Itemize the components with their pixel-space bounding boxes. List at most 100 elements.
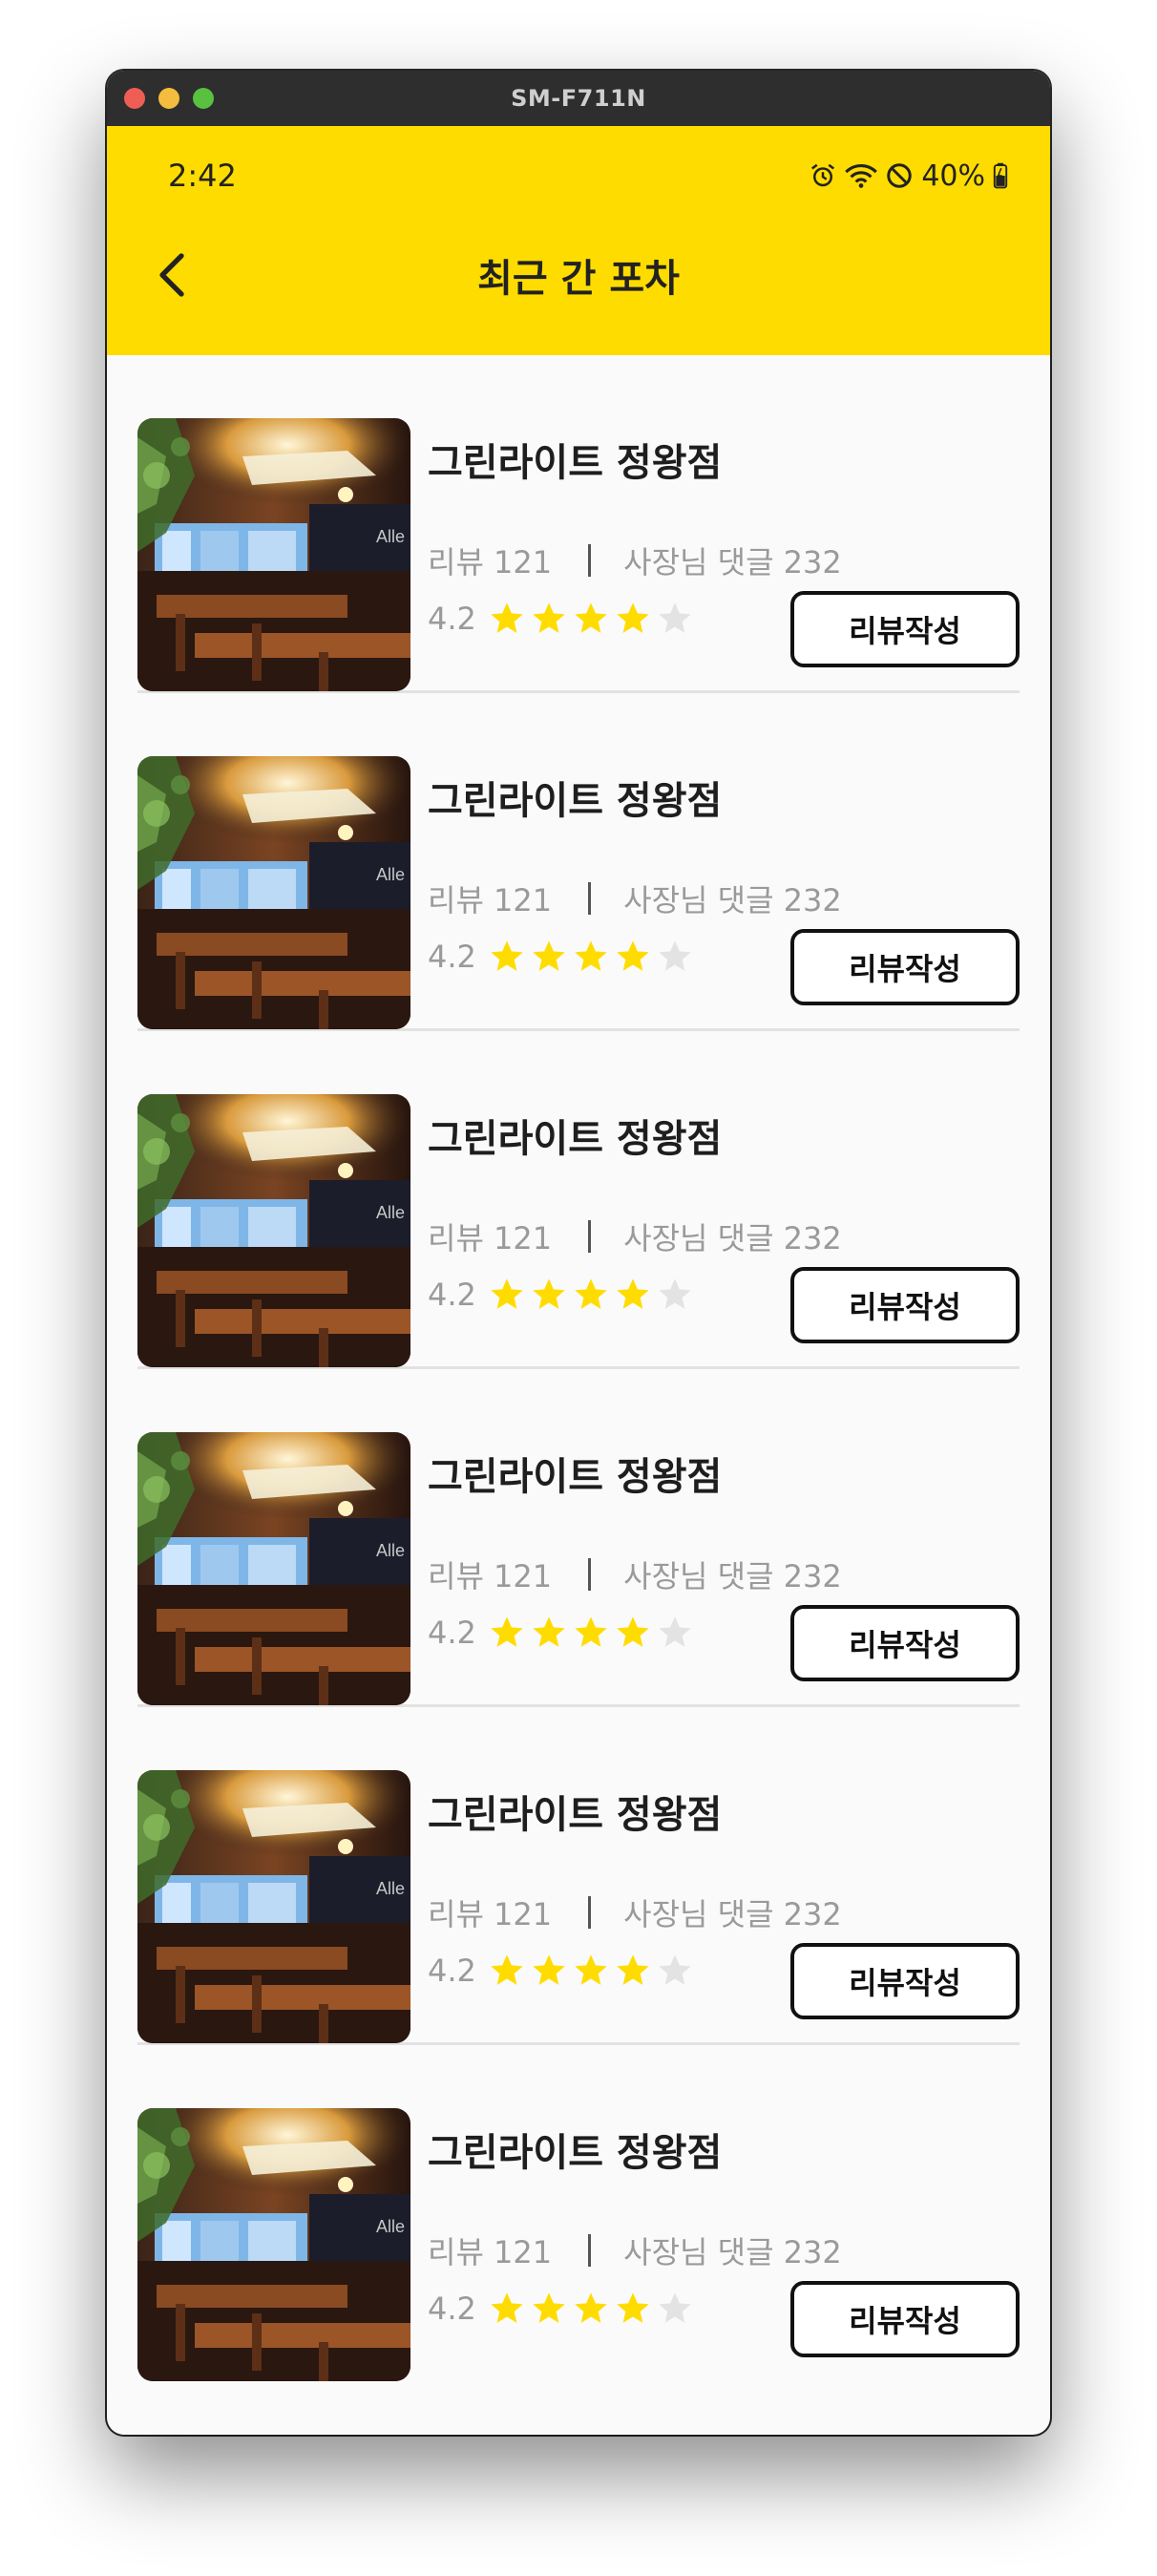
star-rating: [488, 600, 698, 638]
rating: 4.2: [428, 1614, 698, 1652]
store-name[interactable]: 그린라이트 정왕점: [428, 1446, 722, 1501]
meta-divider: [588, 2234, 592, 2267]
star-filled-icon: [575, 2292, 607, 2323]
star-rating: [488, 1952, 698, 1990]
star-empty-icon: [659, 1616, 691, 1647]
owner-reply-count: 사장님 댓글 232: [623, 1558, 842, 1594]
store-meta: 리뷰 121 사장님 댓글 232: [428, 2228, 842, 2272]
battery-percent: 40%: [921, 158, 985, 193]
app-bar: 최근 간 포차: [107, 239, 1050, 311]
store-meta: 리뷰 121 사장님 댓글 232: [428, 876, 842, 920]
star-filled-icon: [491, 940, 523, 971]
recent-pub-list: Alle 그린라이트 정왕점 리뷰 121 사장님 댓글 232 4.2 리뷰작…: [107, 355, 1050, 2383]
store-name[interactable]: 그린라이트 정왕점: [428, 1108, 722, 1163]
store-thumbnail[interactable]: Alle: [137, 2108, 410, 2381]
write-review-button[interactable]: 리뷰작성: [790, 1267, 1020, 1343]
review-count: 리뷰 121: [428, 544, 553, 581]
store-name[interactable]: 그린라이트 정왕점: [428, 432, 722, 487]
rating-value: 4.2: [428, 1615, 476, 1651]
meta-divider: [588, 1896, 592, 1929]
write-review-button[interactable]: 리뷰작성: [790, 929, 1020, 1005]
close-window-button[interactable]: [124, 88, 145, 109]
star-filled-icon: [617, 1954, 649, 1985]
star-empty-icon: [659, 1278, 691, 1309]
star-filled-icon: [617, 940, 649, 971]
battery-charging-icon: [993, 162, 1008, 189]
store-thumbnail[interactable]: Alle: [137, 1094, 410, 1367]
store-thumbnail[interactable]: Alle: [137, 1432, 410, 1705]
back-button[interactable]: [143, 246, 200, 304]
status-icons: 40%: [809, 159, 1008, 193]
store-photo: Alle: [137, 1770, 410, 2043]
write-review-button[interactable]: 리뷰작성: [790, 2281, 1020, 2357]
status-time: 2:42: [168, 158, 237, 194]
write-review-button[interactable]: 리뷰작성: [790, 1943, 1020, 2019]
store-photo: Alle: [137, 418, 410, 691]
store-name[interactable]: 그린라이트 정왕점: [428, 1784, 722, 1839]
list-item[interactable]: Alle 그린라이트 정왕점 리뷰 121 사장님 댓글 232 4.2 리뷰작…: [137, 1031, 1020, 1369]
window-titlebar: SM-F711N: [107, 71, 1050, 126]
minimize-window-button[interactable]: [158, 88, 179, 109]
sign-text-decoration: Alle: [376, 865, 405, 884]
star-filled-icon: [491, 1616, 523, 1647]
store-meta: 리뷰 121 사장님 댓글 232: [428, 1552, 842, 1596]
star-filled-icon: [617, 1278, 649, 1309]
star-filled-icon: [617, 602, 649, 633]
store-photo: Alle: [137, 1432, 410, 1705]
rating: 4.2: [428, 1276, 698, 1314]
star-empty-icon: [659, 1954, 691, 1985]
status-bar: 2:42 40%: [107, 155, 1050, 197]
star-filled-icon: [575, 940, 607, 971]
star-filled-icon: [617, 1616, 649, 1647]
store-thumbnail[interactable]: Alle: [137, 418, 410, 691]
store-thumbnail[interactable]: Alle: [137, 756, 410, 1029]
list-item[interactable]: Alle 그린라이트 정왕점 리뷰 121 사장님 댓글 232 4.2 리뷰작…: [137, 1707, 1020, 2045]
owner-reply-count: 사장님 댓글 232: [623, 2234, 842, 2270]
write-review-button[interactable]: 리뷰작성: [790, 591, 1020, 667]
star-empty-icon: [659, 2292, 691, 2323]
sign-text-decoration: Alle: [376, 1203, 405, 1222]
owner-reply-count: 사장님 댓글 232: [623, 882, 842, 918]
star-rating: [488, 1614, 698, 1652]
star-filled-icon: [575, 1954, 607, 1985]
window-title: SM-F711N: [511, 85, 646, 112]
window-controls: [124, 88, 214, 109]
list-item[interactable]: Alle 그린라이트 정왕점 리뷰 121 사장님 댓글 232 4.2 리뷰작…: [137, 355, 1020, 693]
rating-value: 4.2: [428, 939, 476, 975]
app-header: 2:42 40% 최근 간 포차: [107, 126, 1050, 355]
zoom-window-button[interactable]: [193, 88, 214, 109]
list-item[interactable]: Alle 그린라이트 정왕점 리뷰 121 사장님 댓글 232 4.2 리뷰작…: [137, 2045, 1020, 2383]
sign-text-decoration: Alle: [376, 527, 405, 546]
meta-divider: [588, 1558, 592, 1591]
store-thumbnail[interactable]: Alle: [137, 1770, 410, 2043]
rating: 4.2: [428, 1952, 698, 1990]
store-meta: 리뷰 121 사장님 댓글 232: [428, 1214, 842, 1258]
emulator-window: SM-F711N 2:42 40% 최근 간 포차 Alle 그린라이트 정왕점…: [107, 71, 1050, 2435]
store-name[interactable]: 그린라이트 정왕점: [428, 770, 722, 825]
list-item[interactable]: Alle 그린라이트 정왕점 리뷰 121 사장님 댓글 232 4.2 리뷰작…: [137, 1369, 1020, 1707]
store-photo: Alle: [137, 756, 410, 1029]
rating: 4.2: [428, 2290, 698, 2328]
store-photo: Alle: [137, 2108, 410, 2381]
owner-reply-count: 사장님 댓글 232: [623, 1220, 842, 1256]
store-meta: 리뷰 121 사장님 댓글 232: [428, 538, 842, 582]
sign-text-decoration: Alle: [376, 1541, 405, 1560]
rating-value: 4.2: [428, 1277, 476, 1313]
star-rating: [488, 2290, 698, 2328]
star-empty-icon: [659, 940, 691, 971]
star-filled-icon: [491, 1954, 523, 1985]
rating: 4.2: [428, 600, 698, 638]
rating-value: 4.2: [428, 2291, 476, 2327]
review-count: 리뷰 121: [428, 1896, 553, 1932]
alarm-icon: [811, 163, 835, 187]
star-filled-icon: [533, 940, 565, 971]
review-count: 리뷰 121: [428, 1220, 553, 1256]
store-photo: Alle: [137, 1094, 410, 1367]
owner-reply-count: 사장님 댓글 232: [623, 1896, 842, 1932]
star-filled-icon: [575, 602, 607, 633]
star-filled-icon: [533, 1278, 565, 1309]
store-name[interactable]: 그린라이트 정왕점: [428, 2122, 722, 2177]
list-item[interactable]: Alle 그린라이트 정왕점 리뷰 121 사장님 댓글 232 4.2 리뷰작…: [137, 693, 1020, 1031]
page-title: 최근 간 포차: [477, 257, 680, 301]
write-review-button[interactable]: 리뷰작성: [790, 1605, 1020, 1681]
